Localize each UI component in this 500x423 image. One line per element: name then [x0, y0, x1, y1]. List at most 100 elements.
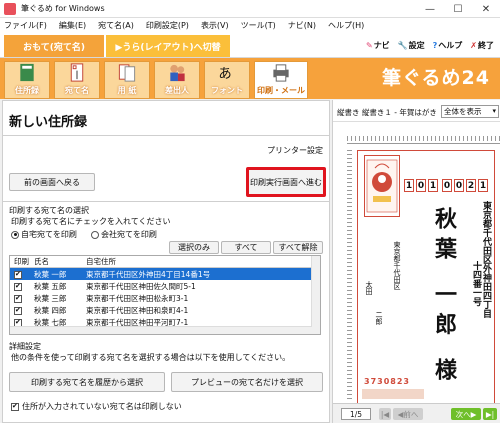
row-checkbox[interactable] [14, 270, 22, 279]
detail-hint: 他の条件を使って印刷する宛て名を選択する場合は以下を使用してください。 [11, 353, 291, 362]
settings-link[interactable]: 🔧設定 [398, 40, 425, 51]
sender-icon [170, 64, 185, 82]
font-icon: あ [218, 66, 231, 82]
table-row[interactable]: 秋葉 四郎 東京都千代田区神田和泉町4-1 [10, 304, 320, 316]
mode-bar: おもて(宛て名) ▶うら(レイアウト)へ切替 ✎ナビ 🔧設定 ?ヘルプ ✗終了 [0, 32, 500, 58]
horizontal-ruler [347, 136, 500, 144]
daruma-icon [366, 159, 398, 213]
select-only-button[interactable]: 選択のみ [169, 241, 219, 254]
question-icon: ? [432, 41, 438, 50]
print-exec-label: 印刷実行画面へ進む [249, 170, 323, 194]
zip-digit: 0 [442, 179, 452, 192]
menu-tools[interactable]: ツール(T) [241, 20, 276, 31]
navi-link[interactable]: ✎ナビ [366, 40, 390, 51]
menu-view[interactable]: 表示(V) [201, 20, 229, 31]
radio-home[interactable]: 自宅宛てを印刷 [11, 229, 77, 240]
left-panel: 新しい住所録 プリンター設定 前の画面へ戻る 印刷実行画面へ進む 印刷する宛て名… [2, 100, 330, 423]
display-select[interactable]: 全体を表示 ▾ [441, 105, 499, 118]
tool-print-mail[interactable]: 印刷・メール [254, 61, 308, 99]
row-checkbox[interactable] [14, 306, 22, 315]
postcard-preview: 1 0 1 0 0 2 1 東京都千代田区外神田四丁目 十四番一号 秋葉 一郎 … [357, 150, 495, 404]
mode-tab-ura[interactable]: ▶うら(レイアウト)へ切替 [106, 35, 230, 57]
select-hint: 印刷する宛て名にチェックを入れてください [11, 217, 171, 226]
skip-no-address-option[interactable]: 住所が入力されていない宛て名は印刷しない [11, 401, 182, 412]
select-from-history-button[interactable]: 印刷する宛て名を履歴から選択 [9, 372, 165, 392]
tool-font[interactable]: あ フォント [204, 61, 250, 99]
zip-digit: 1 [404, 179, 414, 192]
navi-icon: ✎ [365, 41, 373, 50]
divider [3, 201, 329, 202]
zip-digit: 0 [416, 179, 426, 192]
zip-digit: 0 [454, 179, 464, 192]
right-arrow-icon: ▶ [470, 409, 477, 419]
first-page-button[interactable]: |◀ [379, 408, 391, 420]
col-name[interactable]: 氏名 [34, 256, 86, 267]
svg-text:あ: あ [218, 66, 231, 82]
menu-help[interactable]: ヘルプ(H) [328, 20, 364, 31]
last-page-button[interactable]: ▶| [483, 408, 497, 420]
back-button[interactable]: 前の画面へ戻る [9, 173, 95, 191]
preview-pager: 1/5 |◀ ◀ 前へ 次へ ▶ ▶| [333, 403, 500, 423]
row-checkbox[interactable] [14, 282, 22, 291]
preview-toolbar: 縦書き 縦書き１ - 年賀はがき 全体を表示 ▾ [333, 100, 500, 122]
col-address[interactable]: 自宅住所 [86, 256, 320, 267]
exit-icon: ✗ [470, 41, 477, 50]
address-list[interactable]: 印刷 氏名 自宅住所 秋葉 一郎 東京都千代田区外神田4丁目14番1号 秋葉 五… [9, 255, 321, 335]
clear-all-button[interactable]: すべて解除 [273, 241, 323, 254]
col-print[interactable]: 印刷 [10, 256, 34, 267]
divider [3, 135, 329, 136]
printer-icon [273, 64, 289, 82]
stamp-illustration [364, 155, 400, 217]
menu-file[interactable]: ファイル(F) [4, 20, 47, 31]
menu-address[interactable]: 宛て名(A) [98, 20, 134, 31]
lottery-band [362, 389, 424, 399]
app-icon [4, 2, 16, 15]
help-link[interactable]: ?ヘルプ [433, 40, 463, 51]
table-row[interactable]: 秋葉 三郎 東京都千代田区神田松永町3-1 [10, 292, 320, 304]
menu-bar: ファイル(F) 編集(E) 宛て名(A) 印刷設定(P) 表示(V) ツール(T… [0, 18, 500, 32]
tool-paper[interactable]: 用 紙 [104, 61, 150, 99]
layout-label: 縦書き 縦書き１ - 年賀はがき [337, 108, 437, 117]
list-vertical-scrollbar[interactable] [311, 256, 320, 334]
minimize-button[interactable]: — [416, 0, 444, 18]
list-horizontal-scrollbar[interactable] [10, 326, 312, 334]
zip-digit: 1 [478, 179, 488, 192]
prev-page-button[interactable]: ◀ 前へ [393, 408, 423, 420]
close-button[interactable]: ✕ [472, 0, 500, 18]
printer-settings-link[interactable]: プリンター設定 [267, 145, 323, 156]
wrench-icon: 🔧 [397, 41, 408, 50]
next-page-button[interactable]: 次へ ▶ [451, 408, 481, 420]
tool-address-book[interactable]: 住所録 [4, 61, 50, 99]
radio-home-dot [11, 230, 19, 239]
window-title: 筆ぐるめ for Windows [21, 4, 105, 13]
preview-panel: 縦書き 縦書き１ - 年賀はがき 全体を表示 ▾ 1 0 1 0 0 2 1 東… [332, 100, 500, 423]
print-exec-button[interactable]: 印刷実行画面へ進む [246, 167, 326, 197]
menu-navi[interactable]: ナビ(N) [288, 20, 316, 31]
tool-sender[interactable]: 差出人 [154, 61, 200, 99]
sender-name-1: 太田 [365, 281, 373, 295]
list-header: 印刷 氏名 自宅住所 [10, 256, 320, 268]
recipient-address-line2: 十四番一号 [471, 261, 481, 306]
page-title: 新しい住所録 [9, 115, 88, 130]
page-indicator: 1/5 [341, 408, 371, 420]
exit-link[interactable]: ✗終了 [470, 40, 494, 51]
row-checkbox[interactable] [14, 294, 22, 303]
tool-address[interactable]: 宛て名 [54, 61, 100, 99]
menu-edit[interactable]: 編集(E) [59, 20, 86, 31]
zip-digit: 1 [428, 179, 438, 192]
sender-name-2: 二郎 [375, 311, 383, 325]
maximize-button[interactable]: ☐ [444, 0, 472, 18]
paper-icon [118, 64, 136, 82]
zip-digit: 2 [466, 179, 476, 192]
table-row[interactable]: 秋葉 五郎 東京都千代田区神田佐久間町5-1 [10, 280, 320, 292]
table-row[interactable]: 秋葉 一郎 東京都千代田区外神田4丁目14番1号 [10, 268, 320, 280]
skip-no-address-checkbox[interactable] [11, 402, 19, 411]
menu-print-settings[interactable]: 印刷設定(P) [146, 20, 189, 31]
radio-company[interactable]: 会社宛てを印刷 [91, 229, 157, 240]
select-preview-only-button[interactable]: プレビューの宛て名だけを選択 [171, 372, 323, 392]
brand-logo: 筆ぐるめ24 [381, 67, 490, 89]
select-all-button[interactable]: すべて [221, 241, 271, 254]
mode-tab-omote[interactable]: おもて(宛て名) [4, 35, 104, 57]
postcard-icon [70, 63, 84, 82]
sender-address: 東京都千代田区 [393, 241, 401, 290]
